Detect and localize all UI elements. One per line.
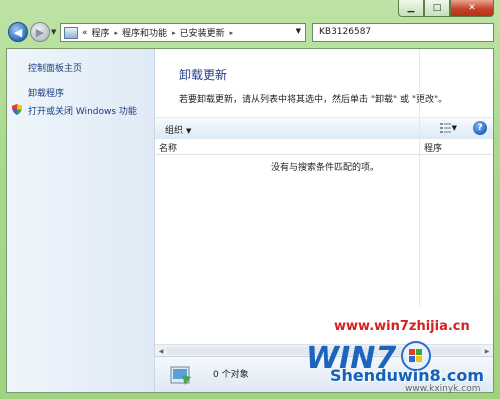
page-title: 卸载更新 [179,68,228,82]
views-dropdown-icon[interactable]: ▼ [452,124,457,132]
search-input[interactable]: KB3126587 [312,23,494,42]
installed-updates-icon [170,366,191,385]
windows-features-link[interactable]: 打开或关闭 Windows 功能 [28,104,137,117]
maximize-button[interactable]: □ [424,0,450,17]
caption-buttons: ▁ □ ✕ [398,0,494,17]
column-header-name[interactable]: 名称 [159,141,177,154]
item-count-text: 0 个对象 [213,370,249,380]
instruction-text: 若要卸载更新，请从列表中将其选中，然后单击 "卸载" 或 "更改"。 [179,95,448,105]
uninstall-program-link[interactable]: 卸载程序 [28,86,64,99]
address-bar[interactable]: « 程序 ▸ 程序和功能 ▸ 已安装更新 ▸ ▼ [60,23,306,42]
task-pane: 控制面板主页 卸载程序 打开或关闭 Windows 功能 [7,49,155,392]
column-divider[interactable] [419,49,420,306]
help-icon[interactable]: ? [473,121,487,135]
column-header-program[interactable]: 程序 [424,141,442,154]
minimize-button[interactable]: ▁ [398,0,424,17]
control-panel-home-link[interactable]: 控制面板主页 [28,61,82,74]
views-icon[interactable] [440,123,451,133]
recent-pages-dropdown[interactable]: ▼ [51,28,56,36]
window: ▁ □ ✕ ◀ ▶ ▼ « 程序▸ 程序和功能▸ 已安装更新▸ ▼ ✕ KB31… [0,0,500,399]
scroll-right-icon[interactable]: ▶ [482,346,492,356]
watermark-url: www.win7zhijia.cn [334,319,470,334]
command-bar: 组织 ▼ ▼ ? [155,117,493,141]
organize-button[interactable]: 组织 ▼ [165,123,191,136]
empty-list-message: 没有与搜索条件匹配的项。 [271,163,380,173]
address-chevron[interactable]: « [82,28,88,38]
address-dropdown-icon[interactable]: ▼ [296,27,301,35]
shield-icon [12,104,22,115]
watermark-site: Shenduwin8.com [330,366,485,385]
close-button[interactable]: ✕ [450,0,494,17]
chevron-down-icon: ▼ [186,127,192,135]
breadcrumb-installed-updates[interactable]: 已安装更新 ▸ [180,26,234,40]
forward-button[interactable]: ▶ [30,22,50,42]
column-header-row: 名称 程序 [155,139,493,155]
breadcrumb-programs[interactable]: 程序 ▸ [92,26,119,40]
watermark-site-secondary: www.kxinyk.com [405,384,481,394]
scroll-left-icon[interactable]: ◀ [156,346,166,356]
control-panel-icon [64,26,78,39]
back-button[interactable]: ◀ [8,22,28,42]
breadcrumb-programs-features[interactable]: 程序和功能 ▸ [122,26,176,40]
navigation-row: ◀ ▶ ▼ « 程序▸ 程序和功能▸ 已安装更新▸ ▼ ✕ KB3126587 [6,20,494,46]
